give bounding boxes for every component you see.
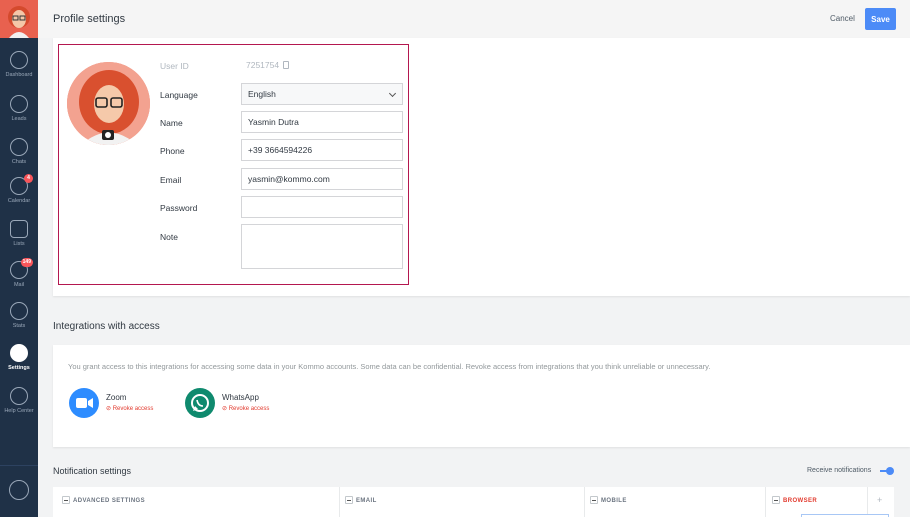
integration-name: WhatsApp [222,393,259,402]
user-id-label: User ID [160,61,189,71]
integrations-title: Integrations with access [53,321,160,332]
help-icon [10,387,28,405]
column-label: BROWSER [783,498,818,504]
sidebar: Dashboard Leads Chats 4 Calendar Lists 1… [0,0,38,517]
email-label: Email [160,175,182,185]
collapse-icon[interactable] [62,496,70,504]
column-email[interactable]: EMAIL [345,496,377,506]
column-divider [867,487,868,517]
whatsapp-icon [185,388,215,418]
list-icon [10,220,28,238]
sidebar-item-lists[interactable]: Lists [0,220,38,247]
sidebar-bottom [0,465,38,517]
profile-card: User ID 7251754 Language English Name Ya… [53,38,910,296]
sidebar-item-mail[interactable]: 149 Mail [0,258,38,288]
column-advanced-settings[interactable]: ADVANCED SETTINGS [62,496,145,506]
receive-notifications-toggle[interactable] [880,467,894,475]
chevron-down-icon [388,89,397,98]
profile-form: User ID 7251754 Language English Name Ya… [58,44,409,285]
notification-badge: 4 [24,174,33,183]
column-divider [339,487,340,517]
sidebar-item-label: Leads [11,116,27,122]
sidebar-item-label: Chats [11,159,27,165]
user-id-value: 7251754 [241,55,403,77]
email-field[interactable]: yasmin@kommo.com [241,168,403,190]
column-label: ADVANCED SETTINGS [73,498,146,504]
sidebar-item-chats[interactable]: Chats [0,138,38,165]
sidebar-item-label: Stats [12,323,26,329]
receive-notifications-label: Receive notifications [807,467,872,474]
sidebar-item-stats[interactable]: Stats [0,302,38,329]
dashboard-icon [10,51,28,69]
language-label: Language [160,90,198,100]
phone-label: Phone [160,146,185,156]
sidebar-item-leads[interactable]: Leads [0,95,38,122]
mail-icon: 149 [10,258,33,279]
camera-icon[interactable] [102,130,114,140]
stats-icon [10,302,28,320]
page-title: Profile settings [53,13,126,25]
notification-table-header: ADVANCED SETTINGS EMAIL MOBILE BROWSER + [53,487,894,517]
dollar-icon [10,95,28,113]
column-divider [584,487,585,517]
column-label: MOBILE [601,498,627,504]
copy-icon[interactable] [283,61,290,69]
sidebar-item-settings[interactable]: Settings [0,344,38,371]
integrations-card: You grant access to this integrations fo… [53,345,910,447]
password-label: Password [160,203,198,213]
cancel-button[interactable]: Cancel [830,14,855,23]
column-mobile[interactable]: MOBILE [590,496,627,506]
add-column-icon[interactable]: + [877,495,882,505]
column-label: EMAIL [356,498,377,504]
revoke-access-link[interactable]: ⊘ Revoke access [106,405,153,412]
save-button[interactable]: Save [865,8,896,30]
column-browser[interactable]: BROWSER [772,496,817,506]
name-label: Name [160,118,183,128]
user-avatar[interactable] [0,0,38,38]
collapse-icon[interactable] [772,496,780,504]
integration-zoom: Zoom ⊘ Revoke access [69,388,179,424]
integration-whatsapp: WhatsApp ⊘ Revoke access [185,388,295,424]
sidebar-item-label: Help Center [4,408,34,414]
name-field[interactable]: Yasmin Dutra [241,111,403,133]
sidebar-item-label: Calendar [7,198,31,204]
sidebar-item-calendar[interactable]: 4 Calendar [0,174,38,204]
integrations-description: You grant access to this integrations fo… [68,362,711,371]
profile-circle-icon[interactable] [9,480,29,500]
chat-bubble-icon [10,138,28,156]
zoom-icon [69,388,99,418]
column-divider [765,487,766,517]
integration-name: Zoom [106,393,127,402]
language-value: English [248,89,276,99]
note-field[interactable] [241,224,403,269]
sidebar-item-label: Lists [13,241,25,247]
password-field[interactable] [241,196,403,218]
sidebar-item-label: Settings [8,365,30,371]
sidebar-item-label: Dashboard [5,72,33,78]
page-header: Profile settings Cancel Save [38,0,910,38]
phone-field[interactable]: +39 3664594226 [241,139,403,161]
user-id-text: 7251754 [246,60,280,70]
note-label: Note [160,232,178,242]
notification-settings-title: Notification settings [53,466,132,476]
wrench-icon [10,344,28,362]
checkmark-icon: 4 [10,174,33,195]
avatar-image [0,0,38,38]
revoke-access-link[interactable]: ⊘ Revoke access [222,405,269,412]
sidebar-item-dashboard[interactable]: Dashboard [0,51,38,78]
collapse-icon[interactable] [590,496,598,504]
notification-badge: 149 [20,258,33,267]
sidebar-item-help-center[interactable]: Help Center [0,387,38,414]
sidebar-item-label: Mail [13,282,25,288]
toggle-knob [886,467,894,475]
language-select[interactable]: English [241,83,403,105]
collapse-icon[interactable] [345,496,353,504]
